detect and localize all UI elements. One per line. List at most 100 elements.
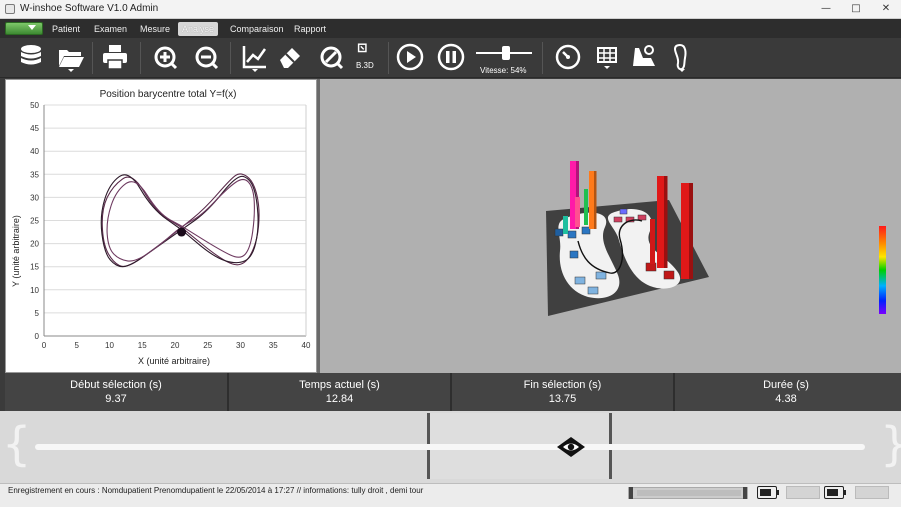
x-tick-label: 25 (203, 341, 212, 350)
toolbar-separator (542, 42, 543, 74)
status-bar: Enregistrement en cours : Nomdupatient P… (0, 483, 901, 507)
y-tick-label: 40 (30, 147, 39, 156)
y-tick-label: 20 (30, 240, 39, 249)
title-bar: W-inshoe Software V1.0 Admin — □ ✕ (0, 0, 901, 19)
battery-level (760, 489, 771, 496)
toolbar-separator (140, 42, 141, 74)
current-time-label: Temps actuel (s) (299, 379, 380, 391)
selection-end-value: 13.75 (548, 393, 577, 405)
x-tick-label: 30 (236, 341, 245, 350)
selection-info-bar: Début sélection (s) 9.37 Temps actuel (s… (5, 373, 901, 411)
print-icon[interactable] (100, 42, 130, 72)
chevron-down-icon (28, 25, 36, 30)
duration-label: Durée (s) (763, 379, 809, 391)
battery-level (827, 489, 838, 496)
y-tick-label: 5 (35, 309, 40, 318)
toolbar-separator (388, 42, 389, 74)
chart-title: Position barycentre total Y=f(x) (100, 89, 237, 100)
pressure-color-scale (879, 226, 886, 314)
y-tick-label: 35 (30, 170, 39, 179)
current-time-value: 12.84 (325, 393, 354, 405)
battery-icon-right (824, 486, 846, 499)
selection-start-label: Début sélection (s) (70, 379, 162, 391)
chart-grid (44, 104, 306, 337)
duration-value: 4.38 (775, 393, 797, 405)
barycenter-chart-panel: Position barycentre total Y=f(x) 0 5 10 15 2… (5, 79, 317, 373)
timeline[interactable]: { } (0, 411, 901, 483)
timeline-cursor-handle[interactable] (555, 435, 587, 459)
chart-x-axis-label: X (unité arbitraire) (138, 356, 210, 366)
x-tick-label: 5 (75, 341, 80, 350)
status-slot-right (855, 486, 889, 499)
selection-start-cell: Début sélection (s) 9.37 (5, 373, 227, 411)
home-dropdown-button[interactable] (5, 22, 43, 35)
y-tick-label: 0 (35, 332, 40, 341)
recording-status-text: Enregistrement en cours : Nomdupatient P… (8, 486, 424, 495)
progress-start-tick (629, 487, 633, 499)
selection-start-value: 9.37 (105, 393, 127, 405)
foot-grid-icon[interactable] (592, 42, 622, 72)
menu-comparaison[interactable]: Comparaison (226, 22, 288, 36)
barycenter-chart: Position barycentre total Y=f(x) 0 5 10 15 2… (11, 89, 311, 366)
progress-end-tick (743, 487, 747, 499)
current-position-marker (177, 227, 187, 237)
3d-foot-pressure-scene (546, 161, 886, 316)
pause-icon[interactable] (436, 42, 466, 72)
app-window: W-inshoe Software V1.0 Admin — □ ✕ Patie… (0, 0, 901, 507)
menu-bar: Patient Examen Mesure Analyse Comparaiso… (0, 19, 901, 38)
maximize-button[interactable]: □ (842, 0, 870, 18)
current-time-cell: Temps actuel (s) 12.84 (229, 373, 450, 411)
chart-line-icon[interactable] (240, 42, 270, 72)
toolbar-separator (92, 42, 93, 74)
toolbar: B.3D Vitesse: 54% (0, 38, 901, 78)
close-button[interactable]: ✕ (872, 0, 900, 18)
speed-label: Vitesse: 54% (480, 66, 527, 75)
zoom-in-icon[interactable] (150, 42, 180, 72)
duration-cell: Durée (s) 4.38 (675, 373, 897, 411)
y-tick-label: 50 (30, 101, 39, 110)
menu-rapport[interactable]: Rapport (290, 22, 330, 36)
zoom-out-icon[interactable] (191, 42, 221, 72)
menu-mesure[interactable]: Mesure (136, 22, 174, 36)
selection-end-label: Fin sélection (s) (523, 379, 602, 391)
y-tick-label: 15 (30, 263, 39, 272)
y-tick-label: 25 (30, 217, 39, 226)
x-tick-label: 15 (138, 341, 147, 350)
y-tick-label: 30 (30, 193, 39, 202)
no-zoom-icon[interactable] (316, 42, 346, 72)
3d-pressure-view[interactable] (320, 79, 901, 373)
app-icon (5, 4, 15, 14)
status-progress-bar (628, 487, 748, 499)
timeline-left-bracket: { (2, 417, 32, 471)
menu-examen[interactable]: Examen (90, 22, 131, 36)
chart-y-axis-label: Y (unité arbitraire) (11, 215, 21, 287)
y-tick-label: 10 (30, 286, 39, 295)
foot-settings-icon[interactable] (629, 42, 659, 72)
status-slot-left (786, 486, 820, 499)
x-tick-label: 20 (171, 341, 180, 350)
window-title: W-inshoe Software V1.0 Admin (20, 3, 159, 14)
menu-analyse[interactable]: Analyse (178, 22, 218, 36)
minimize-button[interactable]: — (812, 0, 840, 18)
x-tick-label: 40 (302, 341, 311, 350)
x-tick-label: 35 (269, 341, 278, 350)
battery-icon-left (757, 486, 779, 499)
toolbar-separator (230, 42, 231, 74)
y-tick-label: 45 (30, 124, 39, 133)
cursor-eye-icon (557, 437, 585, 457)
menu-patient[interactable]: Patient (48, 22, 84, 36)
speed-slider[interactable] (476, 46, 532, 60)
progress-fill (637, 490, 741, 496)
foot-outline-icon[interactable] (667, 42, 697, 72)
x-tick-label: 10 (105, 341, 114, 350)
database-icon[interactable] (16, 42, 46, 72)
speed-slider-thumb[interactable] (502, 46, 511, 60)
eraser-icon[interactable] (275, 42, 305, 72)
b3d-label: B.3D (356, 61, 374, 70)
gauge-icon[interactable] (553, 42, 583, 72)
x-tick-label: 0 (42, 341, 47, 350)
play-icon[interactable] (395, 42, 425, 72)
folder-open-icon[interactable] (56, 42, 86, 72)
timeline-right-bracket: } (880, 419, 901, 469)
selection-end-cell: Fin sélection (s) 13.75 (452, 373, 673, 411)
